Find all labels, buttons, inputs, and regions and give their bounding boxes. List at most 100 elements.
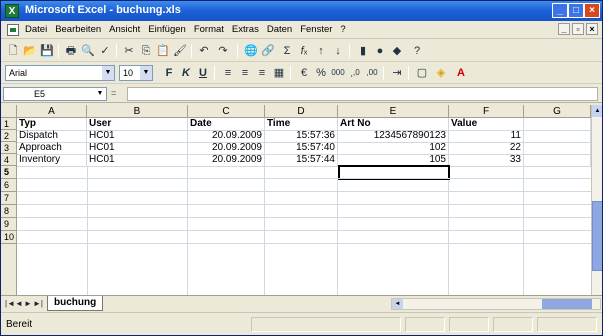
doc-close-button[interactable]: ×	[586, 23, 598, 35]
bold-button[interactable]: F	[161, 65, 177, 81]
prev-sheet-icon[interactable]: ◄	[15, 299, 23, 308]
menu-format[interactable]: Format	[194, 24, 224, 35]
chart-wizard-icon[interactable]: ▮	[355, 43, 371, 59]
cell-a4[interactable]: Inventory	[17, 154, 87, 167]
row-header-7[interactable]: 7	[1, 192, 17, 205]
column-header-f[interactable]: F	[449, 105, 524, 118]
cell-c4[interactable]: 20.09.2009	[188, 154, 265, 167]
column-header-c[interactable]: C	[188, 105, 265, 118]
align-left-icon[interactable]: ≡	[220, 65, 236, 81]
font-color-icon[interactable]: A	[453, 65, 469, 81]
align-center-icon[interactable]: ≡	[237, 65, 253, 81]
increase-decimal-button[interactable]: ¸,0	[347, 65, 363, 81]
font-name-select[interactable]: Arial ▼	[5, 65, 115, 81]
vertical-scroll-thumb[interactable]	[592, 201, 602, 271]
column-header-a[interactable]: A	[17, 105, 87, 118]
row-header-5[interactable]: 5	[1, 166, 17, 179]
web-icon[interactable]: 🔗	[260, 43, 276, 59]
cell-g4[interactable]	[524, 154, 591, 167]
map-icon[interactable]: ●	[372, 43, 388, 59]
row-header-10[interactable]: 10	[1, 231, 17, 244]
cell-b4[interactable]: HC01	[87, 154, 188, 167]
new-file-icon[interactable]: 🗋	[5, 43, 21, 59]
italic-button[interactable]: K	[178, 65, 194, 81]
copy-icon[interactable]: ⎘	[138, 43, 154, 59]
scroll-up-icon[interactable]: ▲	[592, 105, 602, 117]
sort-descending-icon[interactable]: ↓	[330, 43, 346, 59]
row-header-1[interactable]: 1	[1, 118, 17, 130]
currency-icon[interactable]: €	[296, 65, 312, 81]
formula-equals-icon[interactable]: =	[111, 88, 116, 98]
doc-restore-button[interactable]: ▫	[572, 23, 584, 35]
row-header-4[interactable]: 4	[1, 154, 17, 166]
menu-bearbeiten[interactable]: Bearbeiten	[55, 24, 101, 35]
cut-icon[interactable]: ✂	[121, 43, 137, 59]
cell-d4[interactable]: 15:57:44	[265, 154, 338, 167]
first-sheet-icon[interactable]: |◄	[5, 299, 15, 308]
menu-fenster[interactable]: Fenster	[300, 24, 332, 35]
undo-icon[interactable]: ↶	[196, 43, 212, 59]
menu-extras[interactable]: Extras	[232, 24, 259, 35]
doc-minimize-button[interactable]: _	[558, 23, 570, 35]
menu-ansicht[interactable]: Ansicht	[109, 24, 140, 35]
menu-help[interactable]: ?	[340, 24, 345, 35]
row-header-6[interactable]: 6	[1, 179, 17, 192]
formula-input[interactable]	[127, 87, 598, 101]
hyperlink-icon[interactable]: 🌐	[243, 43, 259, 59]
print-icon[interactable]: 🖶	[63, 43, 79, 59]
thousands-button[interactable]: 000	[330, 65, 346, 81]
row-header-9[interactable]: 9	[1, 218, 17, 231]
column-header-g[interactable]: G	[524, 105, 591, 118]
scroll-left-icon[interactable]: ◄	[392, 299, 403, 309]
row-header-8[interactable]: 8	[1, 205, 17, 218]
chevron-down-icon[interactable]: ▼	[140, 66, 152, 80]
indent-icon[interactable]: ⇥	[389, 65, 405, 81]
print-preview-icon[interactable]: 🔍	[80, 43, 96, 59]
row-header-3[interactable]: 3	[1, 142, 17, 154]
next-sheet-icon[interactable]: ►	[24, 299, 32, 308]
borders-icon[interactable]: ▢	[414, 65, 430, 81]
name-box[interactable]: E5 ▼	[3, 87, 107, 101]
font-size-select[interactable]: 10 ▼	[119, 65, 153, 81]
align-right-icon[interactable]: ≡	[254, 65, 270, 81]
column-header-b[interactable]: B	[87, 105, 188, 118]
redo-icon[interactable]: ↷	[215, 43, 231, 59]
help-icon[interactable]: ?	[409, 43, 425, 59]
worksheet-grid[interactable]: A B C D E F G 1 2 3 4 5 6 7 8 9 10 Typ U…	[1, 105, 591, 295]
sort-ascending-icon[interactable]: ↑	[313, 43, 329, 59]
last-sheet-icon[interactable]: ►|	[33, 299, 43, 308]
select-all-corner[interactable]	[1, 105, 17, 118]
maximize-button[interactable]: □	[568, 3, 584, 18]
column-header-d[interactable]: D	[265, 105, 338, 118]
open-folder-icon[interactable]: 📂	[22, 43, 38, 59]
horizontal-scroll-thumb[interactable]	[542, 299, 592, 309]
merge-center-icon[interactable]: ▦	[271, 65, 287, 81]
column-header-e[interactable]: E	[338, 105, 449, 118]
menu-daten[interactable]: Daten	[267, 24, 292, 35]
excel-app-icon[interactable]: X	[5, 4, 19, 18]
percent-button[interactable]: %	[313, 65, 329, 81]
cell-f4[interactable]: 33	[449, 154, 524, 167]
vertical-scrollbar[interactable]: ▲	[591, 105, 602, 295]
sheet-tab-buchung[interactable]: buchung	[47, 296, 104, 311]
function-icon[interactable]: fₓ	[296, 43, 312, 59]
spelling-icon[interactable]: ✓	[97, 43, 113, 59]
menu-einfuegen[interactable]: Einfügen	[148, 24, 186, 35]
close-button[interactable]: ×	[584, 3, 600, 18]
title-bar[interactable]: X Microsoft Excel - buchung.xls _ □ ×	[1, 1, 602, 21]
row-header-2[interactable]: 2	[1, 130, 17, 142]
format-painter-icon[interactable]: 🖌	[172, 43, 188, 59]
minimize-button[interactable]: _	[552, 3, 568, 18]
menu-datei[interactable]: Datei	[25, 24, 47, 35]
horizontal-scrollbar[interactable]: ◄	[391, 298, 601, 310]
underline-button[interactable]: U	[195, 65, 211, 81]
paste-icon[interactable]: 📋	[155, 43, 171, 59]
fill-color-icon[interactable]: ◈	[433, 65, 449, 81]
save-icon[interactable]: 💾	[39, 43, 55, 59]
chevron-down-icon[interactable]: ▼	[94, 88, 106, 100]
decrease-decimal-button[interactable]: ,00	[364, 65, 380, 81]
document-icon[interactable]	[7, 24, 19, 36]
autosum-icon[interactable]: Σ	[279, 43, 295, 59]
chevron-down-icon[interactable]: ▼	[102, 66, 114, 80]
drawing-icon[interactable]: ◆	[389, 43, 405, 59]
